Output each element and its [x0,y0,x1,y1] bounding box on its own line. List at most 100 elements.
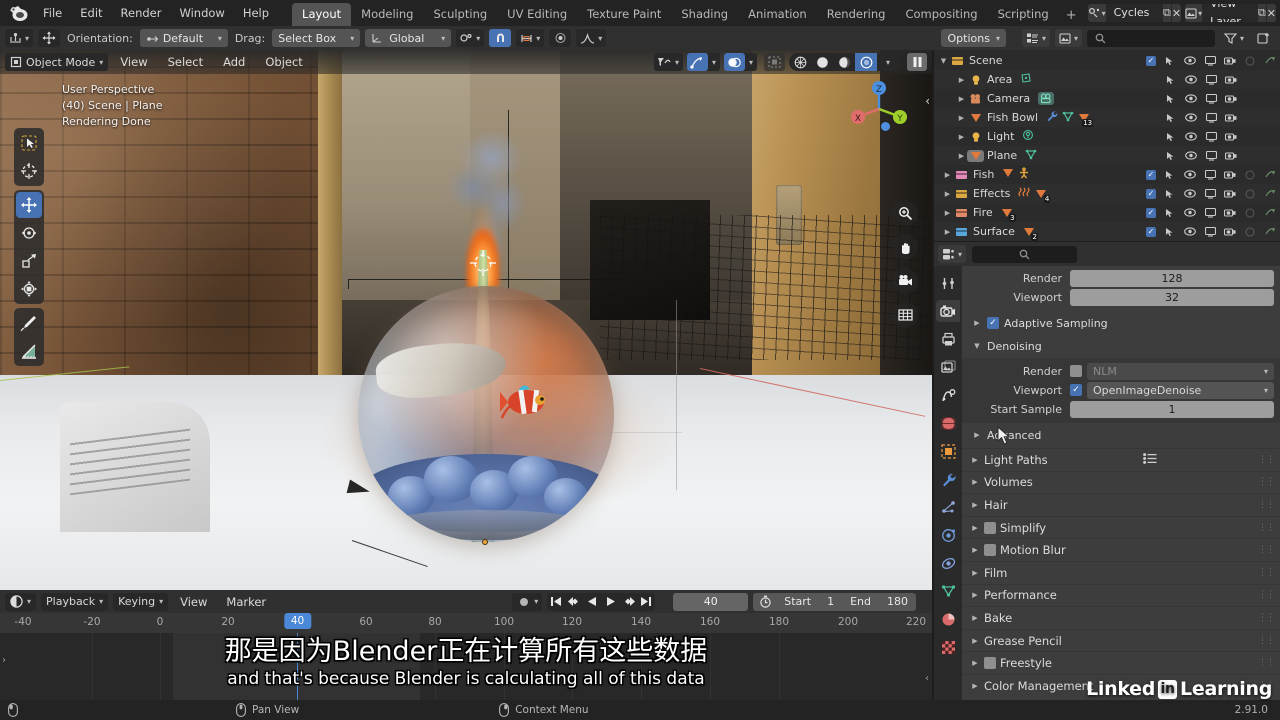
tool-scale-icon[interactable] [16,248,42,274]
view-layer-selector[interactable]: ▾ View Layer ⧉ ✕ [1185,4,1276,22]
holdout-icon[interactable] [1244,226,1256,237]
snap-magnet-icon[interactable] [489,29,512,47]
panel-freestyle[interactable]: ▶ Freestyle ⋮⋮ [962,651,1280,674]
panel-grip[interactable]: ⋮⋮ [1258,658,1275,668]
xray-toggle-icon[interactable] [764,53,785,71]
workspace-tab-rendering[interactable]: Rendering [817,3,896,26]
indirect-only-icon[interactable] [1264,189,1276,199]
properties-tab-world[interactable] [936,412,960,434]
menu-file[interactable]: File [34,3,71,23]
eye-icon[interactable] [1185,132,1197,141]
modifier-wrench-icon[interactable] [1046,110,1058,125]
workspace-tab-uv-editing[interactable]: UV Editing [497,3,577,26]
camera-icon[interactable] [1224,189,1236,198]
outliner-row-light[interactable]: ▶ Light [934,127,1280,146]
material-icon[interactable]: 13 [1078,112,1094,127]
scene-delete-button[interactable]: ✕ [1171,4,1182,22]
holdout-icon[interactable] [1244,207,1256,218]
mesh-icon[interactable]: 2 [1023,226,1038,241]
panel-simplify[interactable]: ▶ Simplify ⋮⋮ [962,515,1280,539]
snap-to-dropdown[interactable]: ▾ [516,29,545,47]
screen-icon[interactable] [1204,207,1216,218]
jump-to-start-button[interactable] [547,593,565,611]
timeline-track-area[interactable]: 40 › ‹ [0,613,932,700]
outliner-new-collection-button[interactable] [1253,29,1275,47]
play-reverse-button[interactable] [583,593,601,611]
properties-tab-material[interactable] [936,608,960,630]
disclosure-triangle[interactable]: ▶ [956,95,967,103]
camera-icon[interactable] [1224,227,1236,236]
properties-tab-constraints[interactable] [936,552,960,574]
holdout-icon[interactable] [1244,188,1256,199]
panel-hair[interactable]: ▶ Hair ⋮⋮ [962,493,1280,516]
select-arrow-icon[interactable] [1164,227,1176,237]
eye-icon[interactable] [1185,151,1197,160]
panel-grip[interactable]: ⋮⋮ [1258,613,1275,623]
workspace-tab-layout[interactable]: Layout [292,3,352,26]
force-field-icon[interactable] [1018,186,1031,201]
disclosure-triangle[interactable]: ▶ [970,456,980,464]
prev-keyframe-button[interactable] [565,593,583,611]
active-tool-icon[interactable]: ▾ [5,29,34,47]
motion-blur-checkbox[interactable] [984,544,996,557]
panel-grip[interactable]: ⋮⋮ [1258,568,1275,578]
select-arrow-icon[interactable] [1164,170,1176,180]
camera-icon[interactable] [1225,151,1237,160]
eye-icon[interactable] [1184,170,1196,179]
timeline-sidebar-toggle[interactable]: ‹ [925,673,929,684]
disclosure-triangle[interactable]: ▶ [972,431,982,439]
eye-icon[interactable] [1184,189,1196,198]
scene-selector[interactable]: ▾ Cycles ⧉ ✕ [1087,4,1182,22]
disclosure-triangle[interactable]: ▼ [938,57,949,65]
workspace-tab-shading[interactable]: Shading [671,3,738,26]
panel-performance[interactable]: ▶ Performance ⋮⋮ [962,583,1280,607]
auto-keying-toggle[interactable]: ▾ [512,592,543,611]
menu-render[interactable]: Render [112,3,171,23]
disclosure-triangle[interactable]: ▶ [970,637,980,645]
camera-icon[interactable] [1225,113,1237,122]
view-layer-delete-button[interactable]: ✕ [1266,4,1276,22]
camera-icon[interactable] [1224,56,1236,65]
view-layer-name-field[interactable]: View Layer [1202,4,1257,22]
show-gizmo-icon[interactable] [686,53,708,71]
panel-grip[interactable]: ⋮⋮ [1258,500,1275,510]
indirect-only-icon[interactable] [1264,227,1276,237]
screen-icon[interactable] [1205,112,1217,123]
timeline-menu-playback[interactable]: Playback ▾ [41,592,109,611]
outliner-row-fire[interactable]: ▶ Fire 3 ✓ [934,203,1280,222]
tool-tweak-icon[interactable] [16,130,42,156]
viewport-menu-select[interactable]: Select [160,53,211,71]
screen-icon[interactable] [1204,188,1216,199]
camera-icon[interactable] [892,268,918,294]
exclude-checkbox[interactable]: ✓ [1146,207,1156,218]
viewport-menu-add[interactable]: Add [215,53,253,71]
disclosure-triangle[interactable]: ▶ [956,114,967,122]
panel-grease-pencil[interactable]: ▶ Grease Pencil ⋮⋮ [962,628,1280,652]
indirect-only-icon[interactable] [1264,170,1276,180]
timeline-ruler[interactable]: -40 -20 0 20 40 60 80 100 120 140 160 18… [0,613,932,633]
camera-icon[interactable] [1225,94,1237,103]
outliner-filter-display-mode[interactable]: ▾ [1021,29,1050,47]
properties-tab-render[interactable] [936,300,960,322]
disclosure-triangle[interactable]: ▶ [956,76,967,84]
timeline-editor-type-dropdown[interactable]: ▾ [5,592,37,611]
denoise-viewport-dropdown[interactable]: OpenImageDenoise ▾ [1087,381,1274,399]
outliner-row-area[interactable]: ▶ Area [934,70,1280,89]
select-arrow-icon[interactable] [1164,208,1176,218]
object-types-visibility-icon[interactable] [654,53,675,71]
exclude-checkbox[interactable]: ✓ [1146,188,1156,199]
screen-icon[interactable] [1204,169,1216,180]
sampling-render-value[interactable]: 128 [1070,269,1274,287]
disclosure-triangle[interactable]: ▶ [970,682,980,690]
select-arrow-icon[interactable] [1165,151,1177,161]
disclosure-triangle[interactable]: ▶ [970,569,980,577]
eye-icon[interactable] [1185,94,1197,103]
shading-rendered-icon[interactable] [855,53,877,71]
sampling-viewport-value[interactable]: 32 [1070,288,1274,306]
disclosure-triangle[interactable]: ▶ [942,228,953,236]
panel-grip[interactable]: ⋮⋮ [1258,455,1275,465]
workspace-tab-modeling[interactable]: Modeling [351,3,423,26]
falloff-dropdown[interactable]: ▾ [576,29,607,47]
hand-icon[interactable] [892,234,918,260]
panel-volumes[interactable]: ▶ Volumes ⋮⋮ [962,470,1280,494]
